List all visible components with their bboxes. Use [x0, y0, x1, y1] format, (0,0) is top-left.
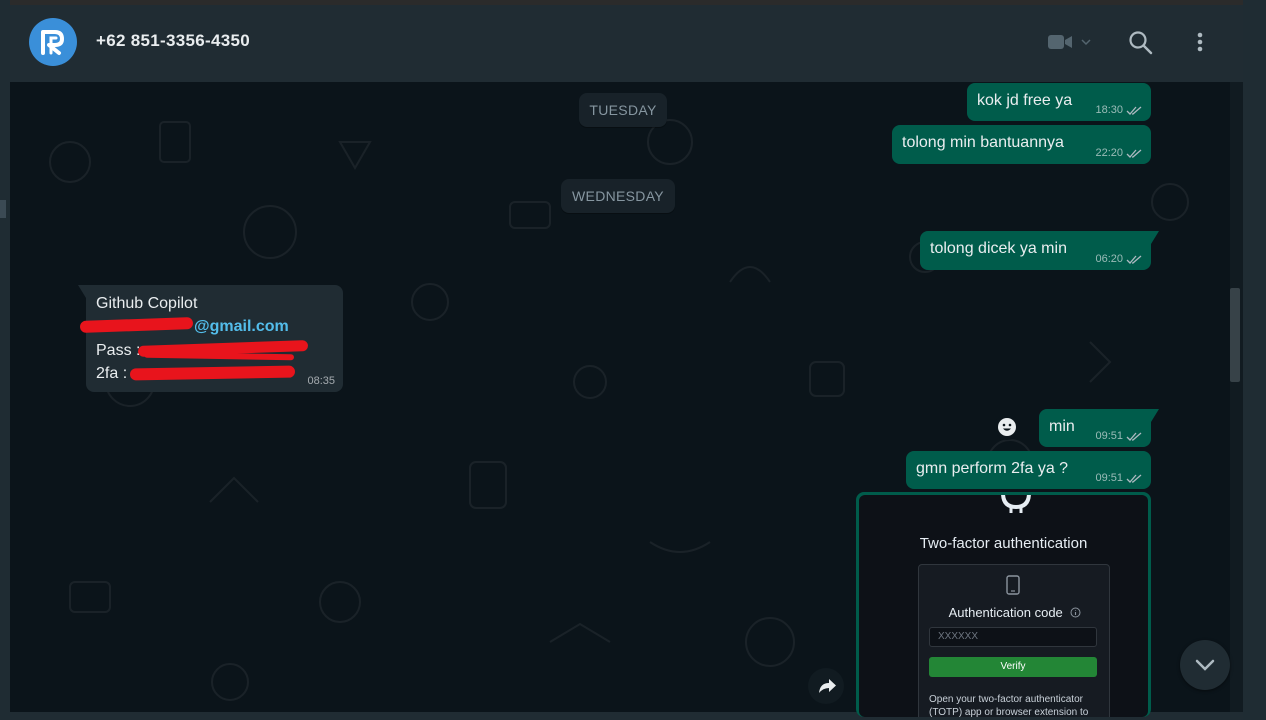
react-emoji-button[interactable]: [994, 414, 1020, 440]
search-icon[interactable]: [1128, 30, 1154, 56]
message-time: 08:35: [307, 375, 335, 387]
chevron-down-icon[interactable]: [1081, 37, 1091, 47]
twofa-form: Authentication code XXXXXX Verify Open y…: [918, 564, 1110, 717]
double-check-icon: [1126, 149, 1142, 158]
message-time: 06:20: [1095, 253, 1123, 265]
message-text: tolong dicek ya min: [930, 240, 1067, 257]
message-title: Github Copilot: [96, 295, 198, 312]
message-text: kok jd free ya: [977, 92, 1073, 109]
message-meta: 09:51: [1095, 430, 1143, 442]
double-check-icon: [1126, 255, 1142, 264]
incoming-message[interactable]: Github Copilot @gmail.com Pass : 2fa : 0…: [79, 285, 343, 392]
right-panel-edge: [1243, 0, 1266, 720]
auth-code-label-text: Authentication code: [948, 605, 1063, 620]
double-check-icon: [1126, 106, 1142, 115]
avatar[interactable]: [29, 18, 77, 66]
image-message[interactable]: Two-factor authentication Authentication…: [856, 492, 1151, 717]
chat-header[interactable]: +62 851-3356-4350: [10, 5, 1243, 82]
message-meta: 18:30: [1095, 104, 1143, 116]
github-logo-icon: [1001, 495, 1031, 513]
outgoing-message[interactable]: kok jd free ya 18:30: [967, 83, 1151, 121]
screenshot-image[interactable]: Two-factor authentication Authentication…: [859, 495, 1148, 717]
phone-icon: [1006, 575, 1020, 595]
whatsapp-window: +62 851-3356-4350 TUESDAY WEDNESDAY kok …: [0, 0, 1266, 720]
redaction-mark: [143, 351, 295, 361]
chat-scrollbar-thumb[interactable]: [1230, 288, 1240, 382]
forward-icon: [819, 679, 836, 693]
left-edge-handle[interactable]: [0, 200, 6, 218]
outgoing-message[interactable]: min 09:51: [1039, 409, 1151, 447]
twofa-title: Two-factor authentication: [919, 535, 1088, 552]
message-time: 09:51: [1095, 430, 1123, 442]
smiley-icon: [998, 418, 1016, 436]
double-check-icon: [1126, 474, 1142, 483]
menu-kebab-icon[interactable]: [1190, 30, 1210, 56]
forward-button[interactable]: [808, 668, 844, 704]
twofa-help-text: Open your two-factor authenticator (TOTP…: [929, 694, 1089, 717]
contact-name[interactable]: +62 851-3356-4350: [96, 31, 250, 51]
message-text: gmn perform 2fa ya ?: [916, 460, 1069, 477]
email-link[interactable]: @gmail.com: [194, 318, 289, 336]
redaction-mark: [129, 365, 296, 381]
day-separator-tuesday: TUESDAY: [579, 93, 667, 127]
auth-code-input: XXXXXX: [929, 627, 1097, 647]
auth-code-label: Authentication code: [919, 605, 1111, 620]
redaction-mark: [79, 317, 194, 333]
outgoing-message[interactable]: gmn perform 2fa ya ? 09:51: [906, 451, 1151, 489]
message-time: 22:20: [1095, 147, 1123, 159]
twofa-label: 2fa :: [96, 365, 128, 382]
message-meta: 06:20: [1095, 253, 1143, 265]
chat-scrollbar-track[interactable]: [1230, 82, 1243, 712]
message-time: 18:30: [1095, 104, 1123, 116]
message-meta: 22:20: [1095, 147, 1143, 159]
pass-label: Pass :: [96, 342, 141, 359]
message-meta: 09:51: [1095, 472, 1143, 484]
video-call-icon[interactable]: [1047, 32, 1073, 52]
message-time: 09:51: [1095, 472, 1123, 484]
info-icon: [1070, 607, 1081, 618]
message-text: min: [1049, 418, 1075, 435]
left-panel-edge: [0, 0, 10, 720]
message-text: tolong min bantuannya: [902, 134, 1064, 151]
outgoing-message[interactable]: tolong dicek ya min 06:20: [920, 231, 1151, 270]
verify-button: Verify: [929, 657, 1097, 677]
outgoing-message[interactable]: tolong min bantuannya 22:20: [892, 125, 1151, 164]
message-meta: 08:35: [307, 375, 335, 387]
avatar-logo-icon: [41, 30, 64, 55]
day-separator-wednesday: WEDNESDAY: [561, 179, 675, 213]
double-check-icon: [1126, 432, 1142, 441]
chevron-down-icon: [1195, 659, 1215, 671]
scroll-to-bottom-button[interactable]: [1180, 640, 1230, 690]
